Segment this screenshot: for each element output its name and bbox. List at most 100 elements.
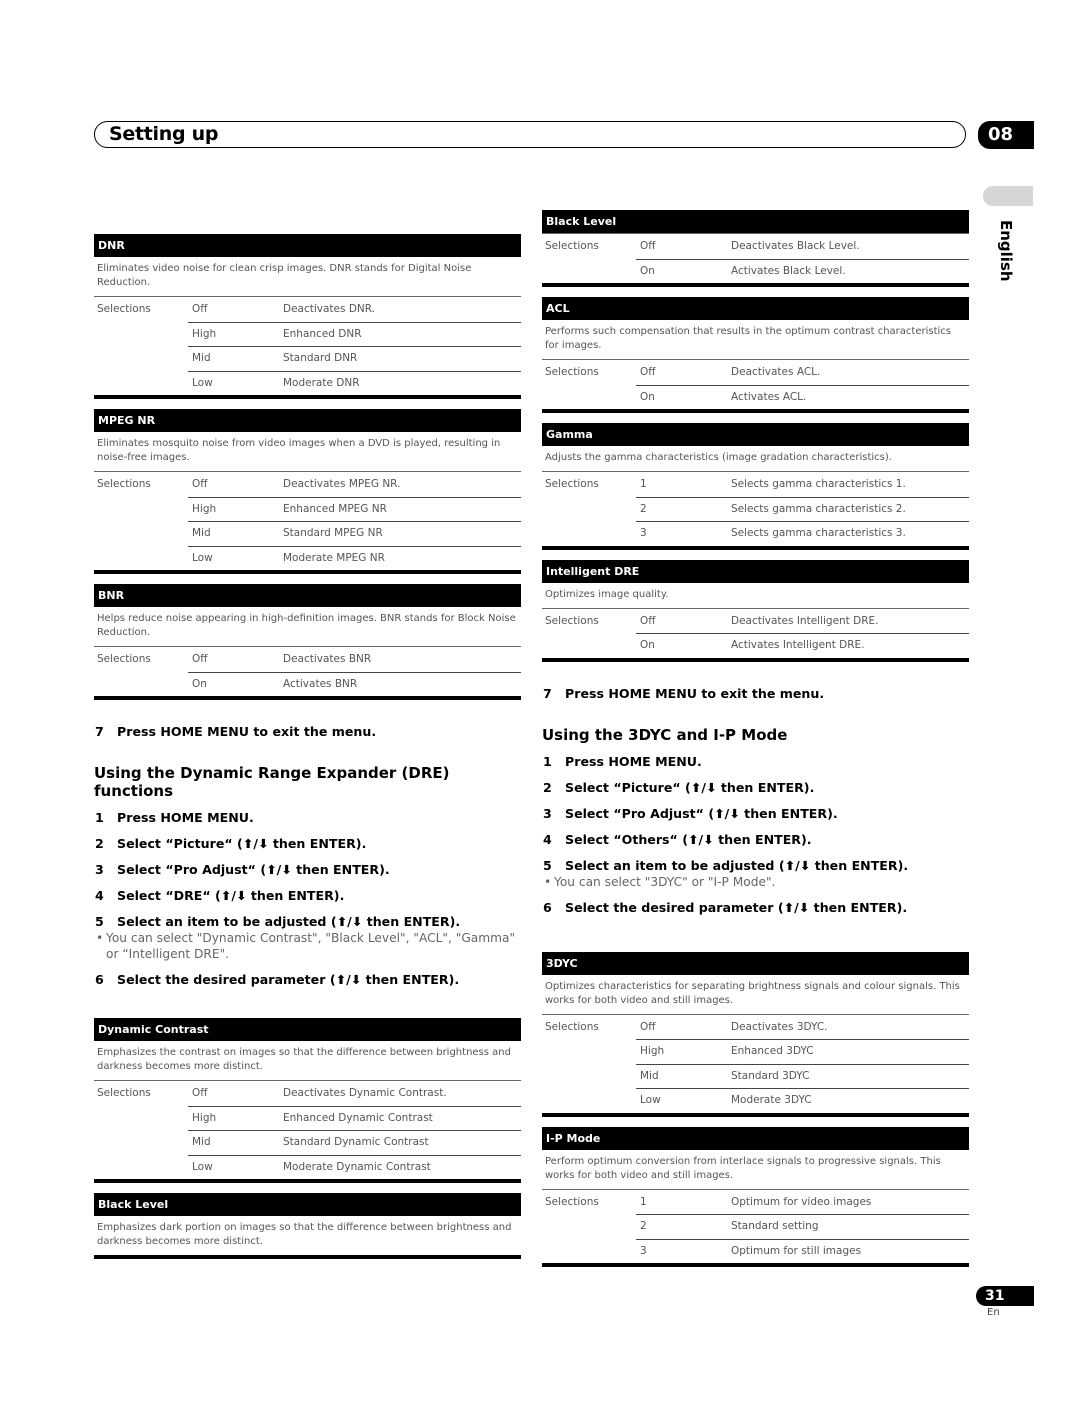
table-row: 2 Standard setting (542, 1214, 969, 1239)
step-text: Select “Pro Adjust“ (⬆/⬇ then ENTER). (117, 862, 390, 878)
option-value: High (192, 327, 217, 340)
ip-mode-section: I-P Mode Perform optimum conversion from … (542, 1126, 969, 1267)
row-label: Selections (545, 1195, 599, 1208)
selections-table: Selections Off Deactivates 3DYC. High Enhanc… (542, 1013, 969, 1113)
option-meaning: Deactivates Intelligent DRE. (731, 614, 879, 627)
table-row: Mid Standard 3DYC (542, 1063, 969, 1089)
table-row: Selections Off Deactivates BNR (94, 647, 521, 672)
table-row: Selections Off Deactivates Intelligent DRE… (542, 609, 969, 634)
selections-table: Selections Off Deactivates Intelligent DRE… (542, 607, 969, 658)
selections-table: Selections Off Deactivates Dynamic Contras… (94, 1080, 521, 1179)
step-text-post: then ENTER). (739, 805, 838, 821)
step-exit-menu-right: 7 Press HOME MENU to exit the menu. (543, 685, 825, 701)
section-title-bar: Gamma (542, 423, 969, 446)
section-title-bar: Dynamic Contrast (94, 1018, 521, 1041)
dynamic-contrast-section: Dynamic Contrast Emphasizes the contrast … (94, 1018, 521, 1183)
step-text: Select “Pro Adjust“ (⬆/⬇ then ENTER). (565, 806, 838, 822)
section-description: Performs such compensation that results … (545, 326, 951, 351)
option-value: Off (192, 653, 208, 666)
step-number: 4 (543, 831, 552, 847)
section-title: Setting up (109, 123, 219, 145)
instruction-step: 4 Select “Others“ (⬆/⬇ then ENTER). (542, 832, 969, 848)
step-text-post: then ENTER). (810, 857, 909, 873)
table-row: On Activates ACL. (542, 384, 969, 410)
section-description: Emphasizes dark portion on images so tha… (97, 1222, 512, 1247)
option-value: 3 (640, 1244, 647, 1257)
option-meaning: Moderate DNR (283, 376, 360, 389)
section-description: Eliminates mosquito noise from video ima… (97, 438, 501, 463)
step-text-post: then ENTER). (268, 836, 367, 851)
option-meaning: Enhanced DNR (283, 327, 362, 340)
option-value: Off (192, 303, 208, 316)
option-value: 1 (640, 1195, 647, 1208)
option-meaning: Deactivates BNR (283, 653, 372, 666)
step-number: 2 (95, 836, 104, 851)
step-text-post: then ENTER). (809, 899, 908, 915)
step-text-pre: Select “Picture“ ( (565, 779, 691, 795)
black-level-section: Black Level Selections Off Deactivates Blac… (542, 210, 969, 287)
option-meaning: Standard 3DYC (731, 1069, 810, 1082)
up-down-arrows-icon: ⬆/⬇ (242, 836, 269, 851)
instruction-step: 6 Select the desired parameter (⬆/⬇ then … (542, 900, 969, 916)
selections-table: Selections Off Deactivates ACL. On Activates… (542, 359, 969, 409)
option-value: Mid (192, 352, 211, 365)
table-row: Selections Off Deactivates DNR. (94, 297, 521, 322)
table-row: Selections Off Deactivates Dynamic Contras… (94, 1081, 521, 1106)
section-title-bar: 3DYC (542, 951, 969, 975)
instruction-step: 2 Select “Picture“ (⬆/⬇ then ENTER). (542, 780, 969, 796)
option-meaning: Enhanced Dynamic Contrast (283, 1111, 433, 1124)
up-down-arrows-icon: ⬆/⬇ (784, 857, 811, 873)
up-down-arrows-icon: ⬆/⬇ (220, 888, 247, 903)
section-description: Emphasizes the contrast on images so tha… (97, 1047, 511, 1072)
instruction-step: 5 Select an item to be adjusted (⬆/⬇ then… (94, 914, 521, 930)
table-row: Selections Off Deactivates MPEG NR. (94, 472, 521, 497)
step-number: 6 (543, 899, 552, 915)
option-meaning: Moderate Dynamic Contrast (283, 1160, 431, 1173)
table-row: High Enhanced 3DYC (542, 1039, 969, 1064)
option-meaning: Moderate 3DYC (731, 1094, 812, 1107)
step-text: Select the desired parameter (⬆/⬇ then E… (117, 972, 459, 988)
step-number: 5 (543, 857, 552, 873)
option-meaning: Activates Intelligent DRE. (731, 639, 865, 652)
option-meaning: Optimum for video images (731, 1195, 872, 1208)
step-note: • You can select "Dynamic Contrast", "Bla… (94, 930, 521, 962)
table-row: On Activates Intelligent DRE. (542, 633, 969, 658)
option-meaning: Standard Dynamic Contrast (283, 1136, 429, 1149)
instruction-step: 3 Select “Pro Adjust“ (⬆/⬇ then ENTER). (94, 862, 521, 878)
step-text-post: then ENTER). (246, 888, 345, 903)
table-row: On Activates Black Level. (542, 258, 969, 284)
option-meaning: Standard DNR (283, 352, 358, 365)
step-text-pre: Select the desired parameter ( (117, 972, 336, 987)
option-value: 2 (640, 502, 647, 515)
3dyc-ip-heading: Using the 3DYC and I-P Mode (542, 725, 788, 744)
option-meaning: Enhanced 3DYC (731, 1045, 814, 1058)
table-row: Mid Standard MPEG NR (94, 521, 521, 546)
option-meaning: Selects gamma characteristics 3. (731, 527, 906, 540)
row-label: Selections (97, 1087, 151, 1100)
option-value: Off (640, 366, 656, 379)
bnr-section: BNR Helps reduce noise appearing in high-… (94, 584, 521, 700)
step-text-post: then ENTER). (716, 779, 815, 795)
option-value: 3 (640, 527, 647, 540)
option-value: Off (640, 240, 656, 253)
instruction-step: 5 Select an item to be adjusted (⬆/⬇ then… (542, 858, 969, 874)
section-header: Setting up (94, 121, 966, 148)
step-text: Press HOME MENU. (565, 753, 702, 769)
option-meaning: Selects gamma characteristics 2. (731, 502, 906, 515)
section-title-bar: DNR (94, 234, 521, 257)
left-column: DNR Eliminates video noise for clean cris… (94, 234, 521, 1259)
step-text: Select “DRE“ (⬆/⬇ then ENTER). (117, 888, 344, 904)
acl-section: ACL Performs such compensation that resul… (542, 297, 969, 413)
option-value: High (192, 502, 217, 515)
option-value: On (640, 390, 655, 403)
section-description: Perform optimum conversion from interlac… (545, 1155, 941, 1181)
option-meaning: Deactivates 3DYC. (731, 1020, 828, 1033)
option-value: Off (192, 1087, 208, 1100)
section-end-rule (94, 1255, 521, 1259)
chapter-number: 08 (978, 121, 1034, 149)
step-number: 2 (543, 779, 552, 795)
up-down-arrows-icon: ⬆/⬇ (783, 899, 810, 915)
section-description: Adjusts the gamma characteristics (image… (545, 452, 892, 463)
gamma-section: Gamma Adjusts the gamma characteristics (… (542, 423, 969, 550)
option-meaning: Standard setting (731, 1220, 819, 1233)
